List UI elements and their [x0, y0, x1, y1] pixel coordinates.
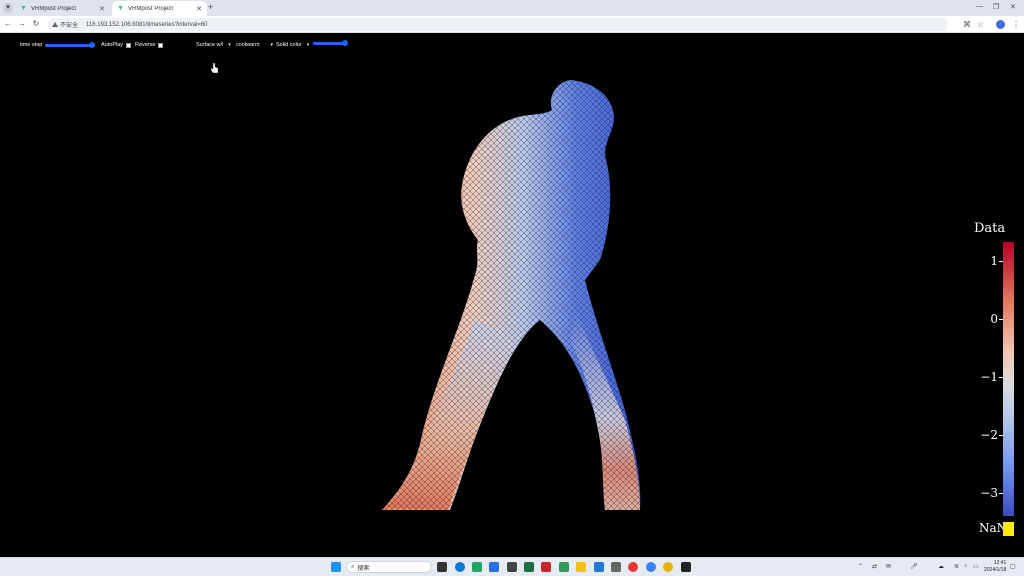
- nan-color-swatch: [1003, 522, 1014, 536]
- tray-icon[interactable]: ✉: [886, 563, 891, 570]
- colorbar-tick-label: −3: [980, 486, 998, 500]
- mail-icon[interactable]: [489, 562, 499, 572]
- app-icon[interactable]: [507, 562, 517, 572]
- vue-favicon-icon: ▼: [20, 5, 27, 12]
- tab-title: VRMpost Project: [128, 5, 174, 12]
- forward-icon[interactable]: →: [17, 19, 27, 28]
- minimize-icon[interactable]: —: [976, 3, 983, 10]
- opacity-control: [313, 40, 348, 46]
- browser-menu-icon[interactable]: ⋮: [1012, 20, 1020, 29]
- tray-icon[interactable]: ☁: [938, 563, 944, 570]
- wechat-icon[interactable]: [472, 562, 482, 572]
- opacity-slider[interactable]: [313, 40, 348, 46]
- colorbar-tick-label: 0: [990, 312, 998, 326]
- color-mode-value: Solid color: [276, 42, 302, 48]
- clock-date: 2024/1/18: [984, 567, 1007, 573]
- time-step-control: time step: [20, 41, 96, 48]
- close-tab-icon[interactable]: ✕: [196, 5, 202, 13]
- tray-chevron-icon[interactable]: ⌃: [858, 563, 863, 570]
- autoplay-label: AutoPlay: [101, 42, 124, 48]
- app-icon[interactable]: [541, 562, 551, 572]
- hand-cursor-icon: [210, 63, 218, 73]
- excel-icon[interactable]: [524, 562, 534, 572]
- tab-title: VRMpost Project: [31, 5, 77, 12]
- vscode-icon[interactable]: [594, 562, 604, 572]
- colorbar-tick-label: 1: [990, 254, 998, 268]
- mesh-wireframe: [382, 80, 641, 510]
- chevron-down-icon: ▾: [270, 42, 274, 48]
- volume-icon[interactable]: ♪: [964, 563, 967, 569]
- security-indicator[interactable]: 不安全: [52, 20, 78, 29]
- taskbar-clock[interactable]: 12:41 2024/1/18: [984, 560, 1006, 574]
- surface-mode-value: Surface w/l: [196, 42, 224, 48]
- time-step-slider[interactable]: [45, 41, 96, 48]
- browser-tab-1[interactable]: ▼ VRMpost Project ✕: [15, 1, 110, 16]
- app-icon[interactable]: [646, 562, 656, 572]
- mesh-figure[interactable]: [380, 80, 650, 515]
- app-icon[interactable]: [611, 562, 621, 572]
- vue-favicon-icon: ▼: [117, 5, 124, 12]
- colorbar-tick: [999, 319, 1003, 320]
- colorbar-tick-label: −2: [980, 428, 998, 442]
- browser-tab-2[interactable]: ▼ VRMpost Project ✕: [112, 1, 207, 16]
- address-bar-row: ← → ↻ 不安全 116.193.152.106:8081/timeserie…: [0, 16, 1024, 33]
- surface-mode-select[interactable]: Surface w/l ▾: [196, 42, 231, 48]
- color-mode-select[interactable]: Solid color ▾: [276, 42, 309, 48]
- tray-icon[interactable]: ⇄: [872, 563, 877, 570]
- chrome-icon[interactable]: [663, 562, 673, 572]
- app-icon[interactable]: [628, 562, 638, 572]
- colorbar-tick: [999, 435, 1003, 436]
- url-text: 116.193.152.106:8081/timeseries?interval…: [86, 21, 208, 28]
- url-field[interactable]: 不安全 116.193.152.106:8081/timeseries?inte…: [48, 18, 948, 31]
- wifi-icon[interactable]: ≋: [954, 563, 959, 570]
- restore-icon[interactable]: ❐: [993, 3, 999, 11]
- reload-icon[interactable]: ↻: [31, 19, 41, 28]
- colormap-select[interactable]: coolwarm ▾: [236, 42, 273, 48]
- bookmark-star-icon[interactable]: ☆: [977, 20, 984, 29]
- colorbar-title: Data: [974, 221, 1006, 236]
- notification-icon[interactable]: ▢: [1010, 563, 1016, 570]
- colorbar-tick-label: −1: [980, 370, 998, 384]
- profile-avatar[interactable]: [996, 20, 1005, 29]
- slider-knob[interactable]: [342, 40, 348, 46]
- app-icon[interactable]: [681, 562, 691, 572]
- start-windows-icon[interactable]: [331, 562, 341, 572]
- tab-search-icon[interactable]: ▾: [3, 3, 13, 13]
- new-tab-icon[interactable]: +: [208, 2, 213, 12]
- time-step-label: time step: [20, 42, 43, 48]
- chevron-down-icon: ▾: [228, 42, 231, 48]
- colorbar-tick: [999, 377, 1003, 378]
- chevron-down-icon: ▾: [306, 42, 310, 48]
- windows-taskbar: ⌕ 搜索 ⌃ ⇄ ✉ 🎤︎ ☁ ≋ ♪ ▭ 12:41 2024/1/18 ▢: [0, 557, 1024, 576]
- browser-tab-bar: ▾ ▼ VRMpost Project ✕ ▼ VRMpost Project …: [0, 0, 1024, 16]
- autoplay-control: AutoPlay: [101, 42, 132, 48]
- colorbar-tick: [999, 493, 1003, 494]
- reverse-control: Reverse: [135, 42, 164, 48]
- reverse-checkbox[interactable]: [158, 42, 164, 48]
- warning-icon: [52, 22, 58, 27]
- taskbar-search[interactable]: ⌕ 搜索: [346, 561, 432, 573]
- battery-icon[interactable]: ▭: [973, 563, 979, 570]
- security-label: 不安全: [60, 23, 79, 29]
- clock-time: 12:41: [993, 560, 1007, 566]
- colorbar: [1003, 242, 1014, 516]
- search-label: 搜索: [357, 565, 370, 572]
- translate-icon[interactable]: ⌘: [963, 20, 971, 29]
- reverse-label: Reverse: [135, 42, 156, 48]
- autoplay-checkbox[interactable]: [126, 42, 132, 48]
- app-icon[interactable]: [559, 562, 569, 572]
- colormap-value: coolwarm: [236, 42, 260, 48]
- slider-knob[interactable]: [89, 41, 96, 48]
- search-icon: ⌕: [351, 563, 355, 570]
- colorbar-tick: [999, 261, 1003, 262]
- close-tab-icon[interactable]: ✕: [99, 5, 105, 13]
- task-view-icon[interactable]: [437, 562, 447, 572]
- microphone-icon[interactable]: 🎤︎: [910, 563, 918, 570]
- edge-icon[interactable]: [455, 562, 465, 572]
- window-close-icon[interactable]: ✕: [1010, 3, 1016, 11]
- back-icon[interactable]: ←: [3, 19, 13, 28]
- file-explorer-icon[interactable]: [576, 562, 586, 572]
